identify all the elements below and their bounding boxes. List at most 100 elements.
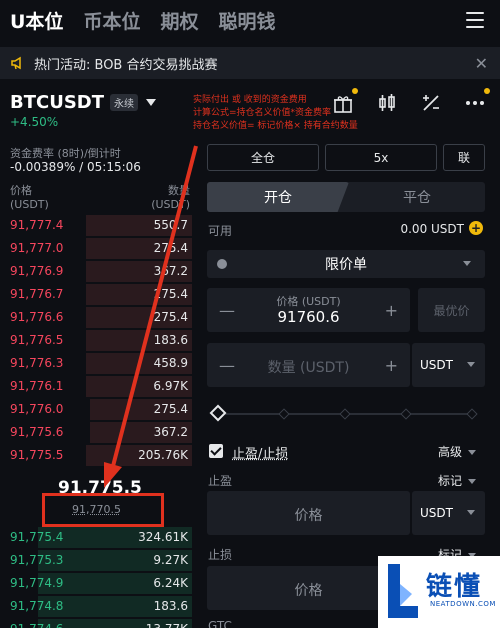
chevron-down-icon (468, 450, 477, 455)
open-close-tabs: 开仓 平仓 (207, 182, 485, 212)
slider-step[interactable] (278, 408, 290, 420)
ask-price: 91,775.5 (10, 448, 64, 462)
more-options-icon[interactable] (464, 88, 490, 114)
ask-row[interactable]: 91,776.1 6.97K (0, 375, 192, 398)
notification-dot (484, 88, 490, 94)
ask-qty: 275.4 (153, 287, 188, 301)
ask-price: 91,776.5 (10, 333, 64, 347)
tab-open-position[interactable]: 开仓 (207, 182, 349, 212)
plus-icon[interactable]: + (385, 288, 398, 332)
slider-step[interactable] (466, 408, 478, 420)
ask-row[interactable]: 91,777.0 275.4 (0, 237, 192, 260)
bid-row[interactable]: 91,774.8 183.6 (0, 595, 192, 618)
plus-icon[interactable]: + (385, 343, 398, 387)
tab-usdt-margined[interactable]: U本位 (10, 7, 63, 34)
toolbar-icons (332, 88, 490, 114)
orderbook-bids: 91,775.4 324.61K 91,775.3 9.27K 91,774.9 6.24… (0, 526, 192, 628)
slider-step[interactable] (400, 408, 412, 420)
slider-step[interactable] (339, 408, 351, 420)
ask-price: 91,776.0 (10, 402, 64, 416)
slider-handle[interactable] (209, 404, 227, 422)
tpsl-label[interactable]: 止盈/止损 (232, 443, 288, 462)
take-profit-label: 止盈 (208, 474, 233, 488)
quantity-unit-select[interactable]: USDT (412, 343, 485, 387)
info-icon[interactable] (217, 259, 227, 269)
bid-price: 91,774.8 (10, 599, 64, 613)
ask-price: 91,776.9 (10, 264, 64, 278)
ask-row[interactable]: 91,775.5 205.76K (0, 444, 192, 467)
ask-row[interactable]: 91,776.7 275.4 (0, 283, 192, 306)
advanced-select[interactable]: 高级 (438, 443, 477, 460)
advanced-label: 高级 (438, 445, 463, 459)
tpsl-checkbox[interactable] (209, 444, 223, 458)
ask-row[interactable]: 91,776.5 183.6 (0, 329, 192, 352)
time-in-force-select[interactable]: GTC (208, 619, 232, 628)
mode-extra-button[interactable]: 联 (443, 144, 485, 171)
ask-row[interactable]: 91,775.6 367.2 (0, 421, 192, 444)
funding-rate-label[interactable]: 资金费率 (8时)/倒计时 (10, 145, 121, 161)
ask-price: 91,777.0 (10, 241, 64, 255)
tp-placeholder: 价格 (294, 508, 323, 524)
margin-mode-button[interactable]: 全仓 (207, 144, 319, 171)
ask-row[interactable]: 91,776.9 367.2 (0, 260, 192, 283)
chevron-down-icon (467, 362, 475, 367)
bid-qty: 324.61K (138, 530, 188, 544)
order-type-label: 限价单 (325, 257, 367, 273)
ask-row[interactable]: 91,777.4 550.7 (0, 214, 192, 237)
symbol-selector[interactable]: BTCUSDT 永续 (10, 92, 157, 113)
ask-price: 91,776.7 (10, 287, 64, 301)
ask-price: 91,776.1 (10, 379, 64, 393)
order-type-select[interactable]: 限价单 (207, 250, 485, 278)
tp-unit-select[interactable]: USDT (412, 491, 485, 535)
transfer-plus-icon[interactable]: + (469, 221, 483, 235)
caret-down-icon (146, 99, 157, 106)
leverage-button[interactable]: 5x (325, 144, 437, 171)
quantity-slider[interactable] (209, 404, 480, 422)
ask-price: 91,777.4 (10, 218, 64, 232)
quantity-input[interactable]: — 数量 (USDT) + (207, 343, 410, 387)
tp-trigger-label: 标记 (438, 474, 463, 488)
available-value: 0.00 USDT (400, 222, 464, 236)
ask-qty: 458.9 (153, 356, 188, 370)
ask-row[interactable]: 91,776.6 275.4 (0, 306, 192, 329)
watermark-text: 链懂 (426, 572, 483, 602)
price-change: +4.50% (10, 115, 59, 129)
close-icon[interactable]: ✕ (475, 54, 488, 73)
tab-options[interactable]: 期权 (160, 7, 198, 34)
tab-smart-money[interactable]: 聪明钱 (218, 7, 275, 34)
tp-trigger-select[interactable]: 标记 (438, 472, 477, 489)
chevron-down-icon (467, 510, 475, 515)
watermark-subtext: NEATDOWN.COM (430, 600, 496, 608)
ask-row[interactable]: 91,776.3 458.9 (0, 352, 192, 375)
gift-icon[interactable] (332, 88, 358, 114)
best-price-button[interactable]: 最优价 (418, 288, 485, 332)
bid-row[interactable]: 91,775.4 324.61K (0, 526, 192, 549)
bid-price: 91,774.6 (10, 618, 63, 628)
bid-price: 91,774.9 (10, 576, 64, 590)
bid-row[interactable]: 91,775.3 9.27K (0, 549, 192, 572)
ask-price: 91,776.6 (10, 310, 64, 324)
tab-close-position[interactable]: 平仓 (349, 182, 485, 212)
contract-type-badge: 永续 (110, 94, 139, 111)
candlestick-chart-icon[interactable] (376, 92, 398, 114)
ask-row[interactable]: 91,776.0 275.4 (0, 398, 192, 421)
price-input[interactable]: — 价格 (USDT) 91760.6 + (207, 288, 410, 332)
bid-row[interactable]: 91,774.9 6.24K (0, 572, 192, 595)
take-profit-input[interactable]: 价格 (207, 491, 410, 535)
ask-qty: 367.2 (153, 425, 188, 439)
qty-header: 数量 (168, 184, 190, 197)
quantity-placeholder: 数量 (USDT) (267, 360, 350, 376)
price-input-value[interactable]: 91760.6 (207, 308, 410, 326)
bid-row[interactable]: 91,774.6 13.77K (0, 618, 192, 628)
calculator-icon[interactable] (420, 92, 442, 114)
announcement-text: 热门活动: BOB 合约交易挑战赛 (34, 57, 218, 73)
hamburger-menu-icon[interactable] (466, 12, 484, 28)
tab-coin-margined[interactable]: 币本位 (83, 7, 140, 34)
annotation-highlight-box (42, 493, 164, 527)
annotation-line: 持仓名义价值= 标记价格× 持有合约数量 (193, 121, 358, 131)
ask-price: 91,776.3 (10, 356, 64, 370)
logo-l-icon (388, 564, 418, 618)
announcement-bar[interactable]: 热门活动: BOB 合约交易挑战赛 ✕ (0, 47, 500, 79)
bid-qty: 183.6 (153, 599, 188, 613)
watermark-logo: 链懂 NEATDOWN.COM (378, 556, 500, 628)
